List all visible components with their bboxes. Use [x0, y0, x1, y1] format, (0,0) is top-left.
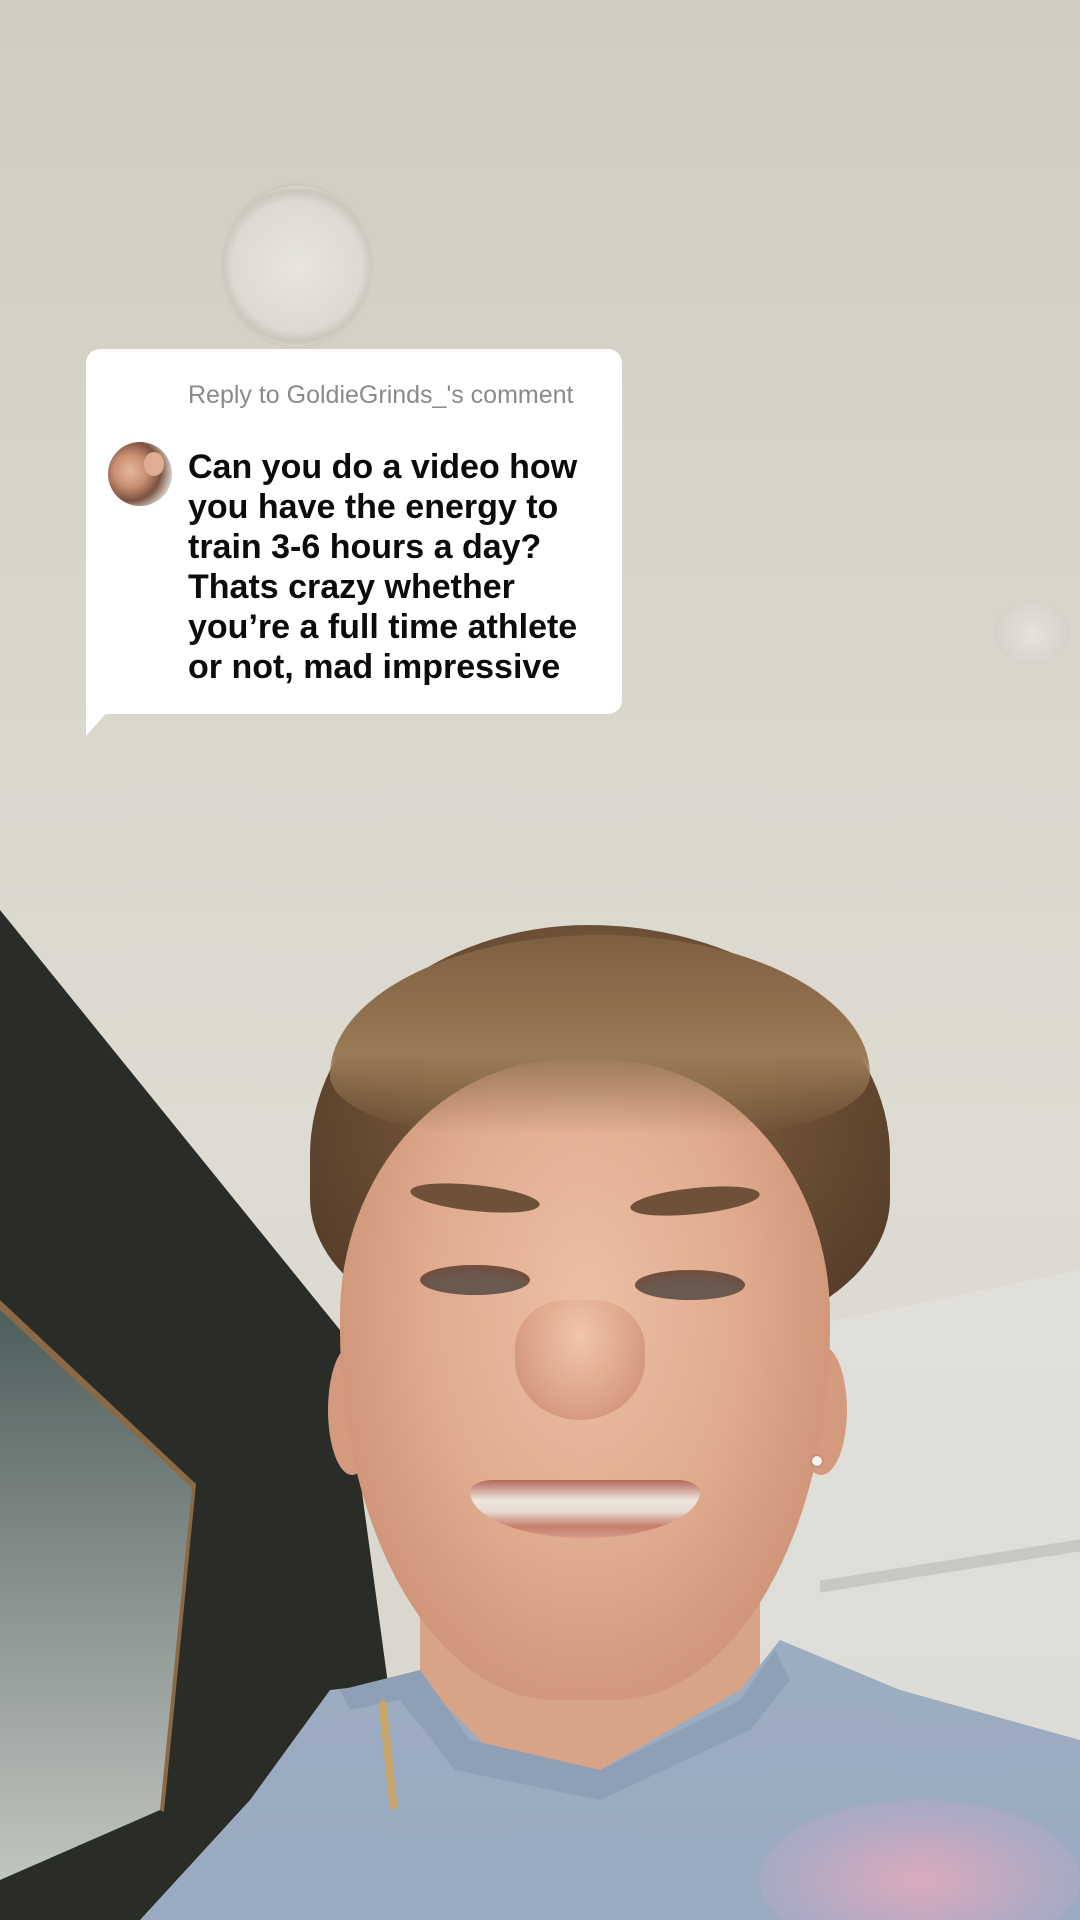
- earring: [812, 1456, 822, 1466]
- video-frame[interactable]: Reply to GoldieGrinds_'s comment Can you…: [0, 0, 1080, 1920]
- eye-left: [420, 1265, 530, 1295]
- commenter-avatar[interactable]: [108, 442, 172, 506]
- person-nose: [515, 1300, 645, 1420]
- ceiling-light: [224, 186, 370, 346]
- eye-right: [635, 1270, 745, 1300]
- ceiling-sprinkler: [994, 600, 1070, 666]
- avatar-second-face: [144, 452, 164, 476]
- reply-header: Reply to GoldieGrinds_'s comment: [188, 381, 574, 409]
- reply-sticker-tail: [86, 700, 118, 736]
- reply-comment-text: Can you do a video how you have the ener…: [188, 448, 578, 686]
